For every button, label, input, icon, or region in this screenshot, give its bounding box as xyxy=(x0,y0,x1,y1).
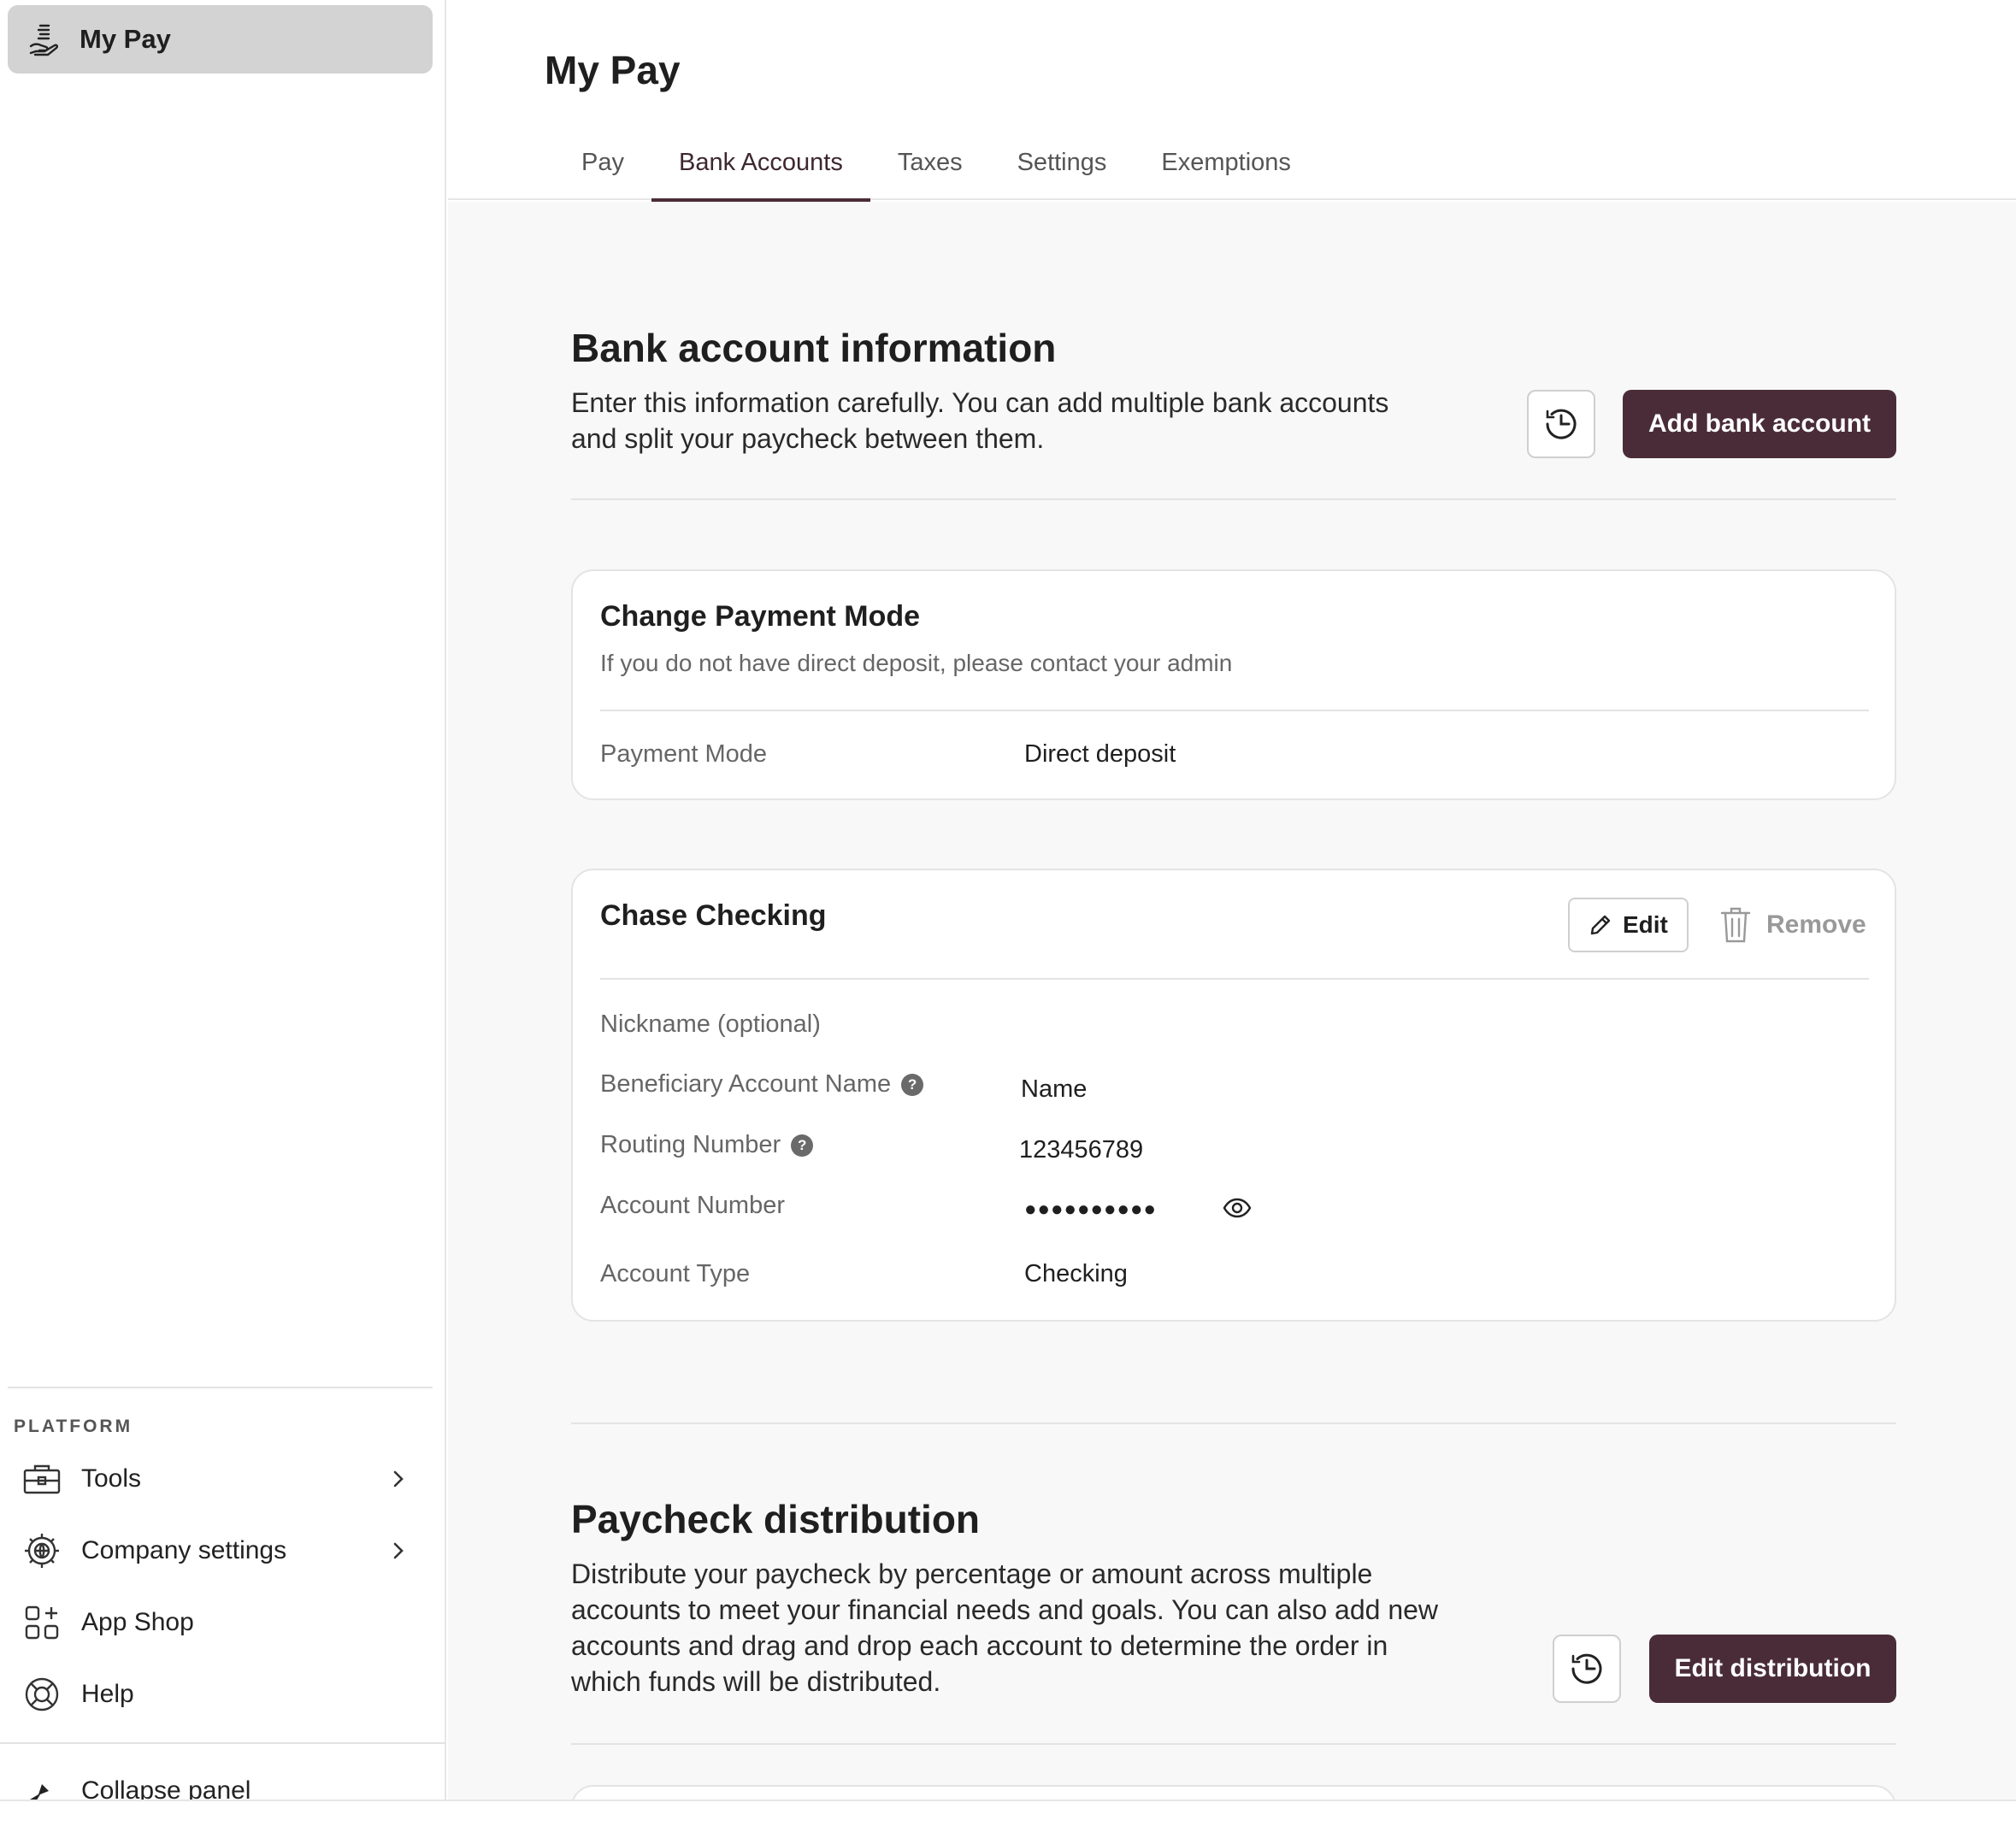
sidebar-item-tools[interactable]: Tools xyxy=(8,1449,433,1509)
nickname-label: Nickname (optional) xyxy=(600,1010,821,1039)
distribution-history-button[interactable] xyxy=(1553,1635,1621,1703)
payment-mode-title: Change Payment Mode xyxy=(600,600,921,633)
sidebar-item-app-shop[interactable]: App Shop xyxy=(8,1593,433,1652)
tab-taxes[interactable]: Taxes xyxy=(870,137,990,200)
bank-account-title: Chase Checking xyxy=(600,899,827,932)
chevron-right-icon xyxy=(381,1462,416,1496)
sidebar-item-label: Company settings xyxy=(81,1536,287,1564)
history-button[interactable] xyxy=(1527,390,1595,458)
help-icon[interactable]: ? xyxy=(791,1134,814,1157)
account-type-label: Account Type xyxy=(600,1260,750,1288)
tab-pay[interactable]: Pay xyxy=(554,137,651,200)
distribution-description: Distribute your paycheck by percentage o… xyxy=(571,1558,1439,1697)
eye-icon[interactable] xyxy=(1223,1197,1252,1219)
sidebar-item-company-settings[interactable]: Company settings xyxy=(8,1521,433,1581)
distribution-card xyxy=(571,1785,1896,1800)
hand-coins-icon xyxy=(27,21,61,58)
tab-exemptions[interactable]: Exemptions xyxy=(1134,137,1318,200)
edit-distribution-button[interactable]: Edit distribution xyxy=(1649,1635,1896,1703)
payment-mode-value: Direct deposit xyxy=(1024,740,1176,768)
distribution-title: Paycheck distribution xyxy=(571,1497,981,1541)
page-title: My Pay xyxy=(545,48,681,92)
card-divider xyxy=(600,978,1869,980)
sidebar-item-label: Help xyxy=(81,1680,134,1708)
help-icon[interactable]: ? xyxy=(901,1073,924,1096)
account-type-value: Checking xyxy=(1024,1260,1128,1287)
sidebar: My Pay PLATFORM Tools Company settings A… xyxy=(0,0,446,1805)
routing-number-label-text: Routing Number xyxy=(600,1131,781,1158)
sidebar-divider xyxy=(0,1742,446,1744)
payment-mode-card: Change Payment Mode If you do not have d… xyxy=(571,569,1896,800)
section-divider xyxy=(571,1743,1896,1745)
bank-account-card: Chase Checking Edit Remove Nickname (opt… xyxy=(571,869,1896,1322)
section-divider xyxy=(571,1423,1896,1424)
sidebar-item-help[interactable]: Help xyxy=(8,1664,433,1724)
sidebar-section-label: PLATFORM xyxy=(14,1417,133,1436)
add-bank-account-button[interactable]: Add bank account xyxy=(1623,390,1896,458)
sidebar-item-label: Tools xyxy=(81,1464,142,1493)
nickname-label-text: Nickname (optional) xyxy=(600,1010,821,1038)
main-content: Bank account information Enter this info… xyxy=(448,202,2016,1800)
gear-globe-icon xyxy=(21,1530,62,1571)
edit-account-button[interactable]: Edit xyxy=(1568,898,1689,952)
page-header: My Pay Pay Bank Accounts Taxes Settings … xyxy=(448,0,2016,202)
lifebuoy-icon xyxy=(21,1674,62,1715)
edit-label: Edit xyxy=(1623,911,1668,938)
toolbox-icon xyxy=(21,1458,62,1499)
app-grid-plus-icon xyxy=(21,1602,62,1643)
bank-info-description: Enter this information carefully. You ca… xyxy=(571,387,1389,454)
history-clock-icon xyxy=(1567,1649,1606,1688)
pencil-icon xyxy=(1589,913,1612,937)
sidebar-item-my-pay[interactable]: My Pay xyxy=(8,5,433,74)
sidebar-item-label: App Shop xyxy=(81,1608,194,1636)
account-number-label: Account Number xyxy=(600,1192,785,1220)
routing-number-value: 123456789 xyxy=(1019,1136,1144,1163)
account-number-masked: ●●●●●●●●●● xyxy=(1024,1198,1157,1221)
tab-bank-accounts[interactable]: Bank Accounts xyxy=(651,137,870,202)
window-bottom-edge xyxy=(0,1800,2016,1838)
sidebar-item-label: My Pay xyxy=(80,24,171,54)
tab-bar: Pay Bank Accounts Taxes Settings Exempti… xyxy=(554,137,1318,202)
bank-info-title: Bank account information xyxy=(571,326,1057,370)
sidebar-divider xyxy=(8,1387,433,1388)
remove-account-button[interactable]: Remove xyxy=(1720,898,1866,952)
trash-icon xyxy=(1720,906,1751,944)
payment-mode-subtitle: If you do not have direct deposit, pleas… xyxy=(600,650,1233,676)
account-type-label-text: Account Type xyxy=(600,1260,751,1287)
account-number-label-text: Account Number xyxy=(600,1192,785,1219)
beneficiary-name-label: Beneficiary Account Name ? xyxy=(600,1070,924,1099)
routing-number-label: Routing Number ? xyxy=(600,1131,814,1159)
nickname-value xyxy=(1024,1010,1383,1045)
section-divider xyxy=(571,498,1896,500)
remove-label: Remove xyxy=(1766,910,1866,939)
payment-mode-label: Payment Mode xyxy=(600,740,768,768)
beneficiary-name-label-text: Beneficiary Account Name xyxy=(600,1070,892,1098)
history-clock-icon xyxy=(1541,404,1581,444)
beneficiary-name-value: Name xyxy=(1021,1075,1088,1103)
chevron-right-icon xyxy=(381,1534,416,1568)
tab-settings[interactable]: Settings xyxy=(990,137,1135,200)
card-divider xyxy=(600,710,1869,711)
